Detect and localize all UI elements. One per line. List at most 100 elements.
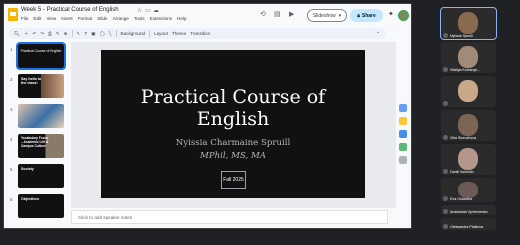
participant-video <box>458 114 478 136</box>
participant-name: Vitaliya Kolesnyk... <box>450 68 481 72</box>
participant-name: Vika Storozhova <box>450 136 477 140</box>
mic-off-icon <box>443 209 448 214</box>
slideshow-button[interactable]: Slideshow ▾ <box>307 9 347 22</box>
participant-video <box>458 12 478 34</box>
shape-icon[interactable]: ◯ <box>100 31 105 37</box>
theme-button[interactable]: Theme <box>172 31 186 36</box>
new-slide-icon[interactable]: ＋ <box>24 31 29 37</box>
menu-arrange[interactable]: Arrange <box>112 16 128 21</box>
thumbnail-number: 6 <box>10 197 13 202</box>
menu-insert[interactable]: Insert <box>61 16 73 21</box>
mic-off-icon <box>443 101 448 106</box>
video-call-icon[interactable]: ▶ <box>289 10 294 18</box>
keep-icon[interactable] <box>399 117 407 125</box>
menu-bar: File Edit View Insert Format Slide Arran… <box>21 16 187 21</box>
share-label: Share <box>361 12 376 19</box>
star-icon[interactable]: ☆ <box>137 7 142 14</box>
participant-tile[interactable]: Vika Storozhova <box>441 110 496 141</box>
thumbnail-text: Vocabulary Focus – Academic Life & Campu… <box>21 136 49 148</box>
document-title[interactable]: Week 5 - Practical Course of English <box>21 7 119 13</box>
slide-term-box[interactable]: Fall 2025 <box>221 171 246 189</box>
layout-button[interactable]: Layout <box>154 31 168 36</box>
lock-icon: 🔒︎ <box>357 12 360 19</box>
slide-title-line-2: English <box>196 108 270 130</box>
participant-tile[interactable]: Nyissia Spruill <box>440 7 497 40</box>
participant-tile[interactable] <box>441 76 496 107</box>
collapse-toolbar-icon[interactable]: ⌃ <box>376 31 380 37</box>
redo-icon[interactable]: ↷ <box>40 31 44 37</box>
participant-tile[interactable]: Oleksandra Piatkova <box>441 218 496 230</box>
thumbnail-text: Society <box>21 167 34 171</box>
thumbnail-number: 1 <box>10 47 13 52</box>
calendar-icon[interactable] <box>399 104 407 112</box>
participant-name: Anastasiia Vyrhemenko <box>450 210 488 214</box>
print-icon[interactable]: ⎙ <box>48 31 52 36</box>
slide-title[interactable]: Practical Course of English <box>101 86 365 130</box>
mic-off-icon <box>443 67 448 72</box>
participant-name: Daniil Voloshin <box>450 170 474 174</box>
mic-off-icon <box>443 196 448 201</box>
title-bar: Week 5 - Practical Course of English ☆ ▭… <box>4 4 411 26</box>
move-folder-icon[interactable]: ▭ <box>145 7 151 14</box>
participant-video <box>458 80 478 102</box>
maps-icon[interactable] <box>399 143 407 151</box>
toolbar-divider <box>71 30 73 37</box>
mic-off-icon <box>443 169 448 174</box>
menu-format[interactable]: Format <box>78 16 93 21</box>
slides-logo-icon[interactable] <box>8 8 18 21</box>
add-on-icon[interactable] <box>399 156 407 164</box>
line-icon[interactable]: ╲ <box>109 31 112 37</box>
background-button[interactable]: Background <box>121 31 146 36</box>
participant-name: Nyissia Spruill <box>450 34 473 38</box>
menu-tools[interactable]: Tools <box>134 16 145 21</box>
undo-icon[interactable]: ↶ <box>32 31 36 37</box>
current-slide[interactable]: Practical Course of English Nyissia Char… <box>101 50 365 198</box>
slide-degree[interactable]: MPhil, MS, MA <box>101 151 365 161</box>
image-icon[interactable]: ▣ <box>91 31 95 37</box>
comments-icon[interactable]: ▤ <box>274 10 281 18</box>
account-avatar[interactable] <box>398 10 409 21</box>
transition-button[interactable]: Transition <box>190 31 210 36</box>
participant-tile[interactable]: Vitaliya Kolesnyk... <box>441 42 496 73</box>
participant-video <box>458 46 478 68</box>
slide-author[interactable]: Nyissia Charmaine Spruill <box>101 138 365 148</box>
thumbnail-number: 5 <box>10 167 13 172</box>
menu-slide[interactable]: Slide <box>97 16 107 21</box>
thumbnail-text: Practical Course of English <box>20 49 62 53</box>
slide-title-line-1: Practical Course of <box>140 86 326 108</box>
participant-name: Oleksandra Piatkova <box>450 225 484 229</box>
side-panel <box>396 104 410 169</box>
cloud-status-icon[interactable]: ☁ <box>153 7 159 14</box>
text-box-icon[interactable]: T <box>84 31 87 36</box>
select-icon[interactable]: ↖ <box>77 31 81 37</box>
thumbnail-image: Practical Course of English <box>16 42 66 70</box>
chevron-down-icon[interactable]: ▾ <box>339 13 342 19</box>
participant-tile[interactable]: Eva Oslavska <box>441 178 496 202</box>
slides-window: Week 5 - Practical Course of English ☆ ▭… <box>3 3 412 229</box>
participant-tile[interactable]: Daniil Voloshin <box>441 144 496 175</box>
history-icon[interactable]: ⟲ <box>260 10 266 18</box>
speaker-notes[interactable]: Click to add speaker notes <box>71 210 388 224</box>
menu-view[interactable]: View <box>46 16 56 21</box>
menu-edit[interactable]: Edit <box>33 16 41 21</box>
mic-icon <box>443 33 448 38</box>
gemini-icon[interactable]: ✦ <box>388 10 394 18</box>
thumbnail-image <box>18 104 64 128</box>
participant-video <box>458 182 478 198</box>
share-button[interactable]: 🔒︎ Share <box>350 9 383 22</box>
thumbnail-number: 4 <box>10 137 13 142</box>
toolbar: 🔍︎ ＋ ↶ ↷ ⎙ ✎ ⊕ ↖ T ▣ ◯ ╲ Background Layo… <box>8 28 386 39</box>
screen: Week 5 - Practical Course of English ☆ ▭… <box>0 0 520 245</box>
tasks-icon[interactable] <box>399 130 407 138</box>
menu-file[interactable]: File <box>21 16 28 21</box>
thumbnail-image: Vocabulary Focus – Academic Life & Campu… <box>18 134 64 158</box>
paint-format-icon[interactable]: ✎ <box>56 31 60 37</box>
zoom-icon[interactable]: ⊕ <box>64 31 68 37</box>
participant-tile[interactable]: Anastasiia Vyrhemenko <box>441 205 496 215</box>
thumbnail-number: 3 <box>10 107 13 112</box>
search-menus-icon[interactable]: 🔍︎ <box>14 31 20 37</box>
menu-extensions[interactable]: Extensions <box>150 16 172 21</box>
menu-help[interactable]: Help <box>177 16 186 21</box>
thumbnail-number: 2 <box>10 77 13 82</box>
toolbar-divider <box>115 30 117 37</box>
